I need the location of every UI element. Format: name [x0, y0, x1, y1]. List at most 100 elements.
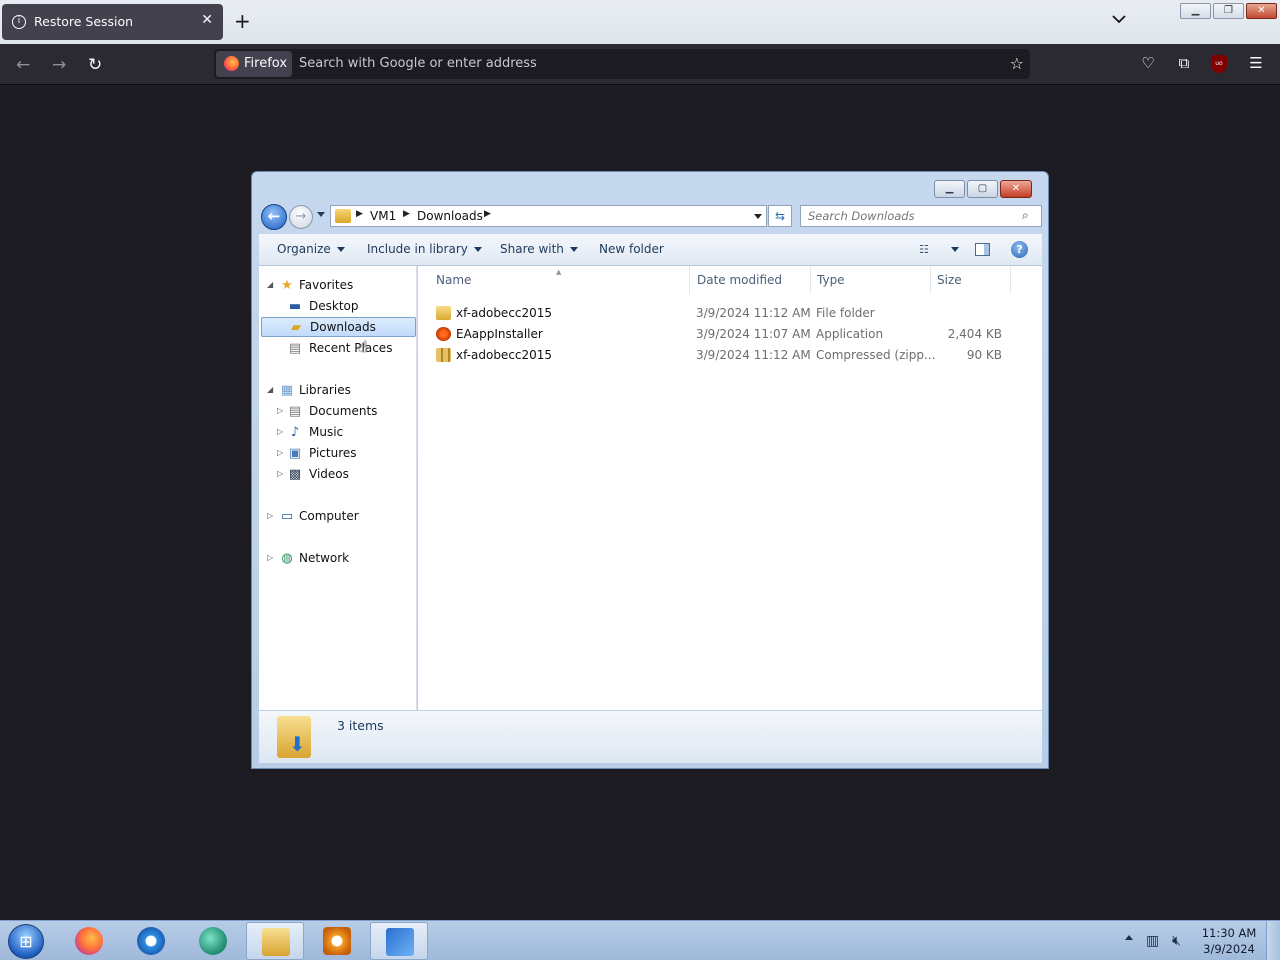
address-bar[interactable]: ▶ VM1 ▶ Downloads ▶ [330, 205, 767, 227]
restore-icon: ❐ [1224, 5, 1233, 16]
taskbar-internet-explorer[interactable] [122, 922, 180, 960]
file-row[interactable]: EAappInstaller 3/9/2024 11:07 AM Applica… [432, 324, 1032, 345]
help-icon[interactable]: ? [1011, 241, 1028, 258]
taskbar-firefox[interactable] [60, 922, 118, 960]
include-in-library-button[interactable]: Include in library [367, 242, 482, 256]
nav-pictures[interactable]: ▷ ▣ Pictures [277, 444, 407, 464]
explorer-maximize-button[interactable]: ▢ [967, 180, 998, 198]
share-with-label: Share with [500, 242, 564, 256]
collapsed-arrow-icon[interactable]: ▷ [277, 448, 283, 457]
recent-pages-dropdown-icon[interactable] [317, 212, 325, 217]
star-icon: ★ [281, 278, 293, 293]
browser-close-button[interactable]: ✕ [1246, 3, 1277, 19]
expanded-arrow-icon[interactable]: ◢ [267, 385, 273, 394]
file-row[interactable]: xf-adobecc2015 3/9/2024 11:12 AM Compres… [432, 345, 1032, 366]
view-options-button[interactable] [945, 242, 959, 256]
address-dropdown-icon[interactable] [754, 214, 762, 219]
breadcrumb-downloads[interactable]: Downloads [417, 209, 483, 223]
ublock-origin-icon[interactable]: uo [1211, 55, 1227, 73]
browser-minimize-button[interactable]: ▁ [1180, 3, 1211, 19]
show-desktop-button[interactable] [1266, 921, 1280, 960]
collapsed-arrow-icon[interactable]: ▷ [277, 406, 283, 415]
column-header-date-modified[interactable]: Date modified [691, 266, 811, 294]
breadcrumb-separator-icon[interactable]: ▶ [356, 209, 363, 219]
search-icon[interactable]: ⌕ [1022, 208, 1029, 223]
start-button[interactable]: ⊞ [8, 924, 44, 959]
windows-taskbar: ⊞ ▥ 🔇︎ 11:30 AM 3/9/2024 [0, 920, 1280, 960]
breadcrumb-separator-icon[interactable]: ▶ [484, 209, 491, 219]
nav-network[interactable]: ▷ ◍ Network [267, 549, 407, 569]
change-view-icon[interactable]: ☷ [919, 243, 935, 256]
url-bar[interactable]: Firefox Search with Google or enter addr… [214, 49, 1030, 79]
preview-pane-icon[interactable] [975, 243, 990, 256]
column-header-name[interactable]: Name [430, 266, 690, 294]
organize-label: Organize [277, 242, 331, 256]
url-input-placeholder[interactable]: Search with Google or enter address [299, 56, 537, 71]
reload-icon[interactable]: ↻ [88, 55, 102, 75]
collapsed-arrow-icon[interactable]: ▷ [277, 469, 283, 478]
taskbar-chat-app[interactable] [184, 922, 242, 960]
recent-places-icon: ▤ [288, 341, 302, 356]
collapsed-arrow-icon[interactable]: ▷ [267, 553, 273, 562]
refresh-button[interactable]: ⇆ [768, 205, 792, 227]
chevron-down-icon [569, 247, 578, 252]
minimize-icon: ▁ [945, 183, 954, 194]
show-hidden-icons-icon[interactable] [1125, 935, 1133, 940]
chevron-down-icon [473, 247, 482, 252]
explorer-close-button[interactable]: ✕ [1000, 180, 1032, 198]
bookmark-star-icon[interactable]: ☆ [1010, 54, 1024, 73]
file-type: Compressed (zipp... [816, 348, 936, 362]
new-folder-button[interactable]: New folder [599, 242, 664, 256]
expanded-arrow-icon[interactable]: ◢ [267, 280, 273, 289]
taskbar-media-player[interactable] [308, 922, 366, 960]
menu-hamburger-icon[interactable]: ☰ [1246, 54, 1266, 74]
organize-button[interactable]: Organize [277, 242, 345, 256]
search-downloads-input[interactable] [800, 205, 1042, 227]
details-pane: 3 items [259, 710, 1042, 763]
system-clock[interactable]: 11:30 AM 3/9/2024 [1196, 925, 1262, 957]
identity-label: Firefox [244, 56, 288, 71]
nav-computer[interactable]: ▷ ▭ Computer [267, 507, 407, 527]
nav-desktop-label: Desktop [309, 299, 359, 313]
nav-desktop[interactable]: ▬ Desktop [277, 297, 407, 317]
collapsed-arrow-icon[interactable]: ▷ [267, 511, 273, 520]
nav-downloads[interactable]: ▰ Downloads [261, 317, 416, 337]
column-header-size[interactable]: Size [931, 266, 1011, 294]
nav-videos[interactable]: ▷ ▩ Videos [277, 465, 407, 485]
network-tray-icon[interactable]: ▥ [1146, 933, 1159, 949]
tab-close-icon[interactable]: ✕ [201, 12, 213, 28]
file-name: xf-adobecc2015 [456, 306, 553, 320]
extensions-icon[interactable]: ⧉ [1174, 54, 1194, 74]
taskbar-windows-explorer[interactable] [246, 922, 304, 960]
videos-icon: ▩ [288, 467, 302, 482]
file-row[interactable]: xf-adobecc2015 3/9/2024 11:12 AM File fo… [432, 303, 1032, 324]
volume-muted-icon[interactable]: 🔇︎ [1172, 933, 1181, 949]
share-with-button[interactable]: Share with [500, 242, 578, 256]
list-all-tabs-icon[interactable] [1112, 12, 1126, 26]
column-date-label: Date modified [697, 273, 783, 287]
nav-recent-places[interactable]: ▤ Recent Places [277, 339, 407, 359]
browser-restore-button[interactable]: ❐ [1213, 3, 1244, 19]
explorer-forward-button[interactable]: → [289, 205, 313, 229]
breadcrumb-vm1[interactable]: VM1 [370, 209, 396, 223]
taskbar-task-app[interactable] [370, 922, 428, 960]
tab-restore-session[interactable]: i Restore Session ✕ [2, 4, 223, 40]
column-header-type[interactable]: Type [811, 266, 931, 294]
identity-box[interactable]: Firefox [216, 51, 292, 77]
nav-libraries[interactable]: ◢ ▦ Libraries [267, 381, 407, 401]
forward-arrow-icon[interactable]: → [52, 55, 66, 75]
nav-favorites[interactable]: ◢ ★ Favorites [267, 276, 407, 296]
pocket-icon[interactable]: ♡ [1138, 54, 1158, 74]
back-arrow-icon[interactable]: ← [16, 55, 30, 75]
explorer-back-button[interactable]: ← [261, 204, 287, 230]
breadcrumb-separator-icon[interactable]: ▶ [403, 209, 410, 219]
new-tab-button[interactable]: + [234, 9, 251, 33]
firefox-logo-icon [224, 56, 239, 71]
collapsed-arrow-icon[interactable]: ▷ [277, 427, 283, 436]
explorer-minimize-button[interactable]: ▁ [934, 180, 965, 198]
nav-pictures-label: Pictures [309, 446, 357, 460]
nav-music[interactable]: ▷ ♪ Music [277, 423, 407, 443]
minimize-icon: ▁ [1191, 5, 1200, 16]
command-bar: Organize Include in library Share with N… [259, 234, 1042, 266]
nav-documents[interactable]: ▷ ▤ Documents [277, 402, 407, 422]
